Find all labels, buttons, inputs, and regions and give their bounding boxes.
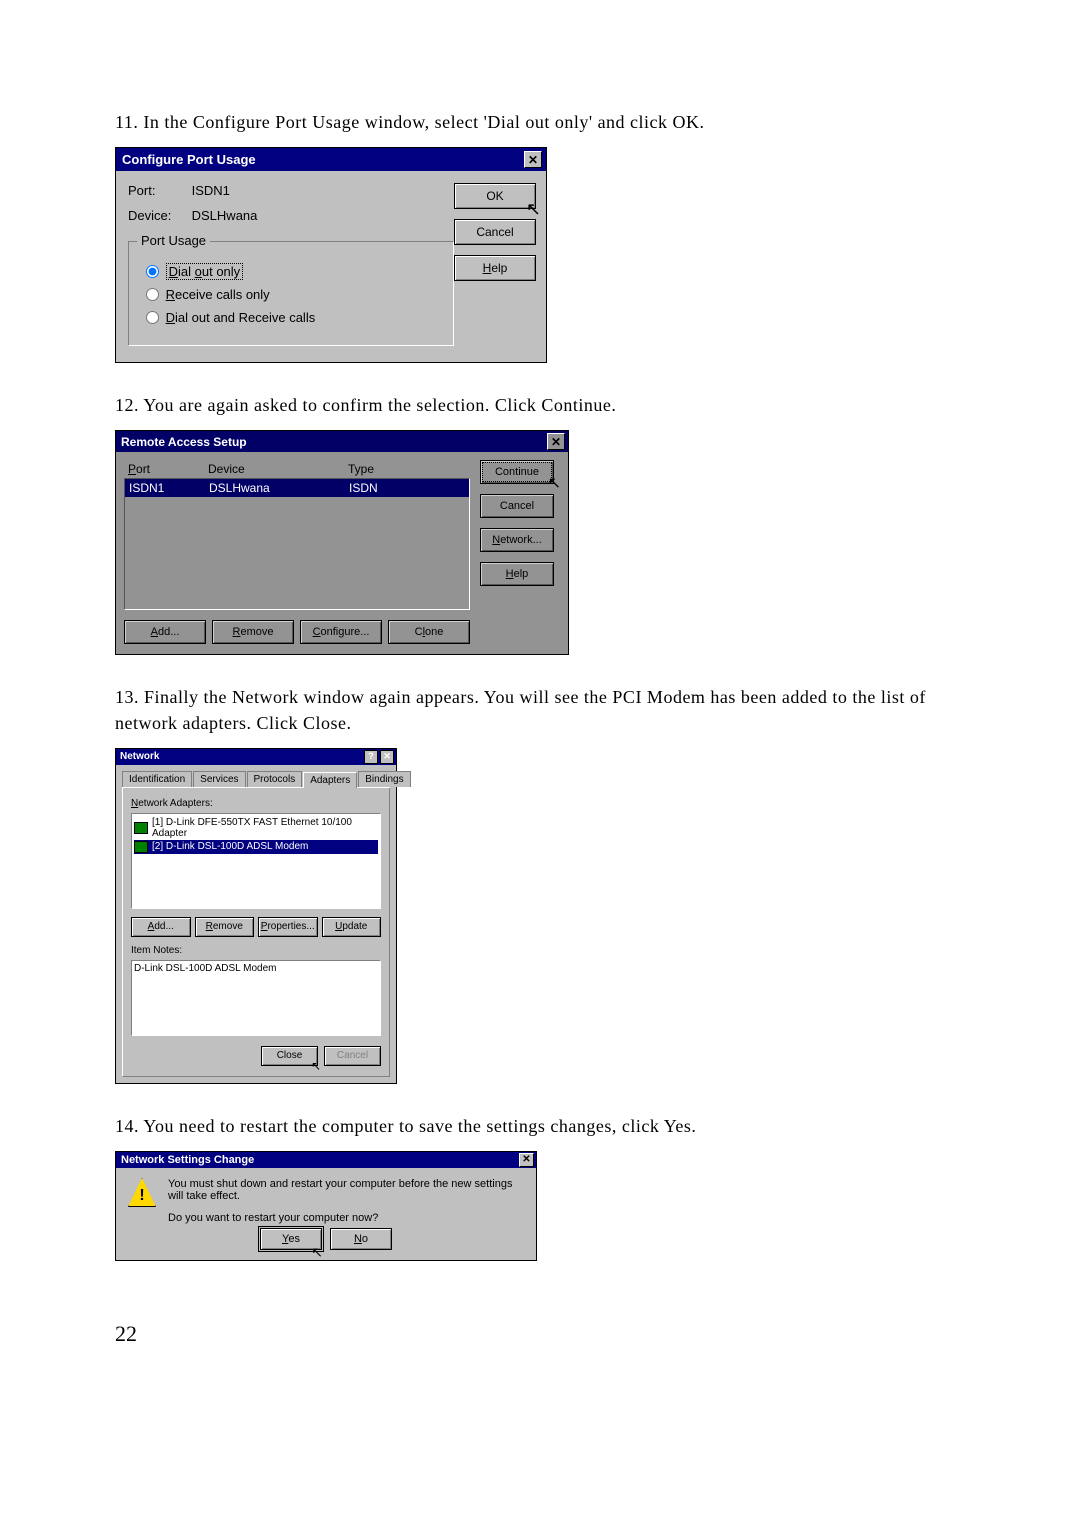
- remote-access-setup-dialog: Remote Access Setup ✕ Port Device Type I…: [115, 430, 569, 655]
- no-button[interactable]: No: [330, 1228, 392, 1250]
- add-button[interactable]: Add...: [124, 620, 206, 644]
- radio-dial-out-only[interactable]: [146, 265, 159, 278]
- close-icon[interactable]: ✕: [524, 151, 542, 168]
- page-number: 22: [115, 1321, 970, 1347]
- list-row[interactable]: ISDN1 DSLHwana ISDN: [125, 479, 469, 497]
- remove-button[interactable]: Remove: [195, 917, 255, 937]
- clone-button[interactable]: Clone: [388, 620, 470, 644]
- adapter-icon: [134, 822, 148, 834]
- item-notes: D-Link DSL-100D ADSL Modem: [131, 960, 381, 1036]
- close-icon[interactable]: ✕: [519, 1153, 534, 1167]
- row-device: DSLHwana: [209, 481, 349, 495]
- warning-icon: !: [128, 1178, 156, 1207]
- tab-services[interactable]: Services: [193, 771, 245, 787]
- dialog-titlebar: Remote Access Setup ✕: [116, 431, 568, 452]
- device-value: DSLHwana: [192, 208, 258, 223]
- row-type: ISDN: [349, 481, 449, 495]
- help-button[interactable]: Help: [454, 255, 536, 281]
- dialog-title: Configure Port Usage: [122, 152, 256, 167]
- port-value: ISDN1: [192, 183, 230, 198]
- help-icon[interactable]: ?: [364, 750, 378, 764]
- yes-button[interactable]: Yes ↖: [260, 1228, 322, 1250]
- groupbox-label: Port Usage: [137, 233, 210, 248]
- item-notes-label: Item Notes:: [131, 945, 381, 956]
- step-14-text: 14. You need to restart the computer to …: [115, 1114, 945, 1139]
- tab-bindings[interactable]: Bindings: [358, 771, 410, 787]
- cancel-button[interactable]: Cancel: [454, 219, 536, 245]
- tab-protocols[interactable]: Protocols: [247, 771, 303, 787]
- col-type: Type: [348, 462, 448, 476]
- dialog-titlebar: Network Settings Change ✕: [116, 1152, 536, 1168]
- dialog-title: Network Settings Change: [121, 1154, 254, 1166]
- ok-button[interactable]: OK ↖: [454, 183, 536, 209]
- dialog-titlebar: Network ? ✕: [116, 749, 396, 765]
- cancel-button: Cancel: [324, 1046, 381, 1066]
- cursor-icon: ↖: [311, 1244, 323, 1261]
- continue-button[interactable]: Continue ↖: [480, 460, 554, 484]
- network-settings-change-dialog: Network Settings Change ✕ ! You must shu…: [115, 1151, 537, 1261]
- radio-receive-only[interactable]: [146, 288, 159, 301]
- list-item[interactable]: [2] D-Link DSL-100D ADSL Modem: [134, 840, 378, 854]
- tab-adapters[interactable]: Adapters: [303, 772, 357, 788]
- list-item[interactable]: [1] D-Link DFE-550TX FAST Ethernet 10/10…: [134, 816, 378, 840]
- tabs: Identification Services Protocols Adapte…: [122, 771, 390, 788]
- tab-identification[interactable]: Identification: [122, 771, 192, 787]
- message-line-2: Do you want to restart your computer now…: [168, 1212, 524, 1224]
- step-12-text: 12. You are again asked to confirm the s…: [115, 393, 945, 418]
- add-button[interactable]: Add...: [131, 917, 191, 937]
- cursor-icon: ↖: [548, 473, 561, 493]
- cursor-icon: ↖: [526, 199, 541, 220]
- remove-button[interactable]: Remove: [212, 620, 294, 644]
- adapters-label: Network Adapters:: [131, 798, 381, 809]
- dialog-title: Network: [120, 751, 159, 762]
- row-port: ISDN1: [129, 481, 209, 495]
- port-usage-groupbox: Port Usage Dial out only Receive calls o…: [128, 241, 454, 346]
- close-icon[interactable]: ✕: [380, 750, 394, 764]
- device-label: Device:: [128, 208, 188, 223]
- configure-port-usage-dialog: Configure Port Usage ✕ Port: ISDN1 Devic…: [115, 147, 547, 363]
- properties-button[interactable]: Properties...: [258, 917, 318, 937]
- configure-button[interactable]: Configure...: [300, 620, 382, 644]
- dialog-titlebar: Configure Port Usage ✕: [116, 148, 546, 171]
- radio-dial-and-receive[interactable]: [146, 311, 159, 324]
- cursor-icon: ↖: [311, 1059, 321, 1073]
- message-line-1: You must shut down and restart your comp…: [168, 1178, 524, 1202]
- ports-list[interactable]: ISDN1 DSLHwana ISDN: [124, 478, 470, 610]
- network-dialog: Network ? ✕ Identification Services Prot…: [115, 748, 397, 1084]
- help-button[interactable]: Help: [480, 562, 554, 586]
- cancel-button[interactable]: Cancel: [480, 494, 554, 518]
- network-button[interactable]: Network...: [480, 528, 554, 552]
- update-button[interactable]: Update: [322, 917, 382, 937]
- dialog-title: Remote Access Setup: [121, 435, 247, 449]
- close-button[interactable]: Close ↖: [261, 1046, 318, 1066]
- step-13-text: 13. Finally the Network window again app…: [115, 685, 945, 735]
- col-device: Device: [208, 462, 348, 476]
- adapter-icon: [134, 841, 148, 853]
- port-label: Port:: [128, 183, 188, 198]
- step-11-text: 11. In the Configure Port Usage window, …: [115, 110, 945, 135]
- adapters-list[interactable]: [1] D-Link DFE-550TX FAST Ethernet 10/10…: [131, 813, 381, 909]
- col-port: Port: [128, 462, 208, 476]
- close-icon[interactable]: ✕: [547, 433, 565, 450]
